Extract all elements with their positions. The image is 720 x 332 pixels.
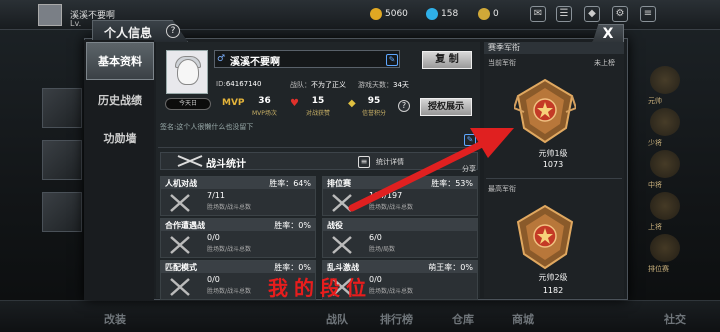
game-screen: 溪溪不要啊 Lv. 5060 158 0 ✉ ☰ ◆ ⚙ ≡ 元帅 少将 中将 …	[0, 0, 720, 332]
annotation-text: 我的段位	[268, 276, 372, 300]
